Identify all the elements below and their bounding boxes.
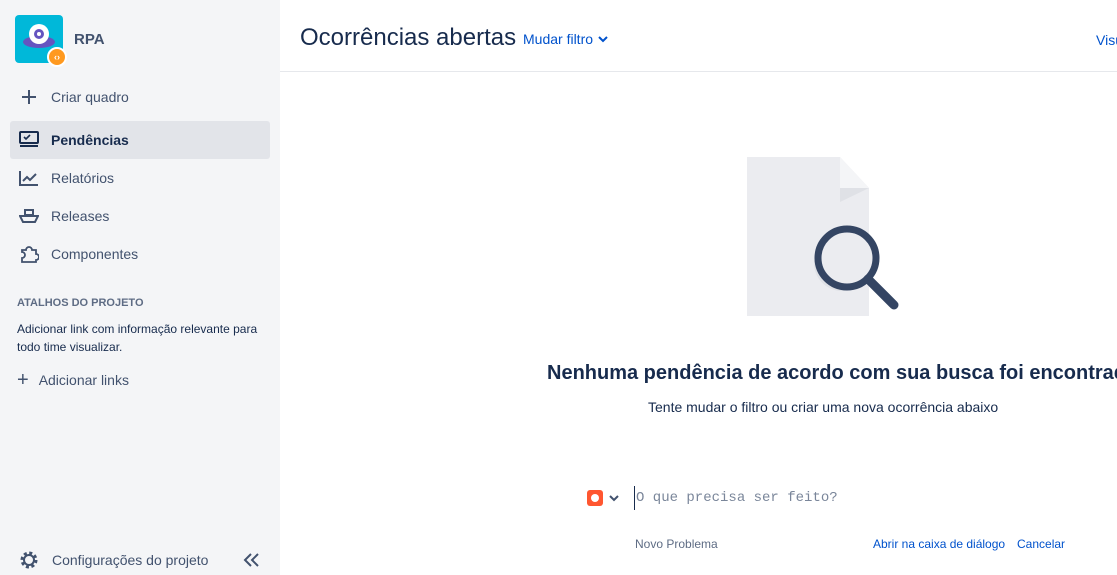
sidebar-item-label: Relatórios [51,170,115,186]
shortcuts-title: ATALHOS DO PROJETO [17,297,144,309]
filter-label: Mudar filtro [523,31,594,47]
change-filter-button[interactable]: Mudar filtro [523,31,608,47]
open-dialog-link[interactable]: Abrir na caixa de diálogo [873,537,1005,551]
create-board-label: Criar quadro [51,89,129,105]
create-board-button[interactable]: Criar quadro [10,78,270,116]
backlog-icon [18,129,40,151]
double-chevron-left-icon [243,553,259,567]
add-links-label: Adicionar links [38,372,129,388]
page-header: Ocorrências abertas Mudar filtro Visu [280,0,1117,72]
collapse-sidebar-button[interactable] [240,549,262,571]
sidebar-item-components[interactable]: Componentes [10,235,270,273]
shortcuts-description: Adicionar link com informação relevante … [17,322,258,354]
chevron-down-icon [598,36,608,43]
visualize-link[interactable]: Visu [1096,32,1117,48]
puzzle-icon [18,243,40,265]
bug-icon [587,490,603,506]
chevron-down-icon [609,495,619,502]
empty-search-illustration [747,157,899,316]
issue-type-label: Novo Problema [635,537,718,551]
sidebar-item-reports[interactable]: Relatórios [10,159,270,197]
project-name: RPA [74,30,105,48]
project-avatar: ‹› [15,15,67,67]
empty-state-title: Nenhuma pendência de acordo com sua busc… [547,362,1117,384]
project-header[interactable]: ‹› RPA [15,15,105,67]
sidebar-item-releases[interactable]: Releases [10,197,270,235]
cancel-link[interactable]: Cancelar [1017,537,1065,551]
sidebar: ‹› RPA Criar quadro Pendências Relatório… [0,0,280,575]
empty-state-subtitle: Tente mudar o filtro ou criar uma nova o… [648,399,999,415]
sidebar-item-label: Componentes [51,246,139,262]
ship-icon [18,205,40,227]
sidebar-nav: Criar quadro Pendências Relatórios Relea… [10,78,270,273]
sidebar-item-label: Releases [51,208,110,224]
issue-type-picker[interactable] [587,488,621,508]
sidebar-item-label: Pendências [51,132,129,148]
page-title: Ocorrências abertas [300,24,517,51]
gear-icon [20,551,38,569]
create-issue-input[interactable] [634,486,1074,510]
code-icon: ‹› [47,47,67,67]
add-links-button[interactable]: + Adicionar links [17,368,129,392]
sidebar-item-backlog[interactable]: Pendências [10,121,270,159]
project-settings-link[interactable]: Configurações do projeto [18,547,208,573]
settings-label: Configurações do projeto [52,552,209,568]
reports-icon [18,167,40,189]
plus-icon: + [17,369,29,391]
plus-icon [18,86,40,108]
